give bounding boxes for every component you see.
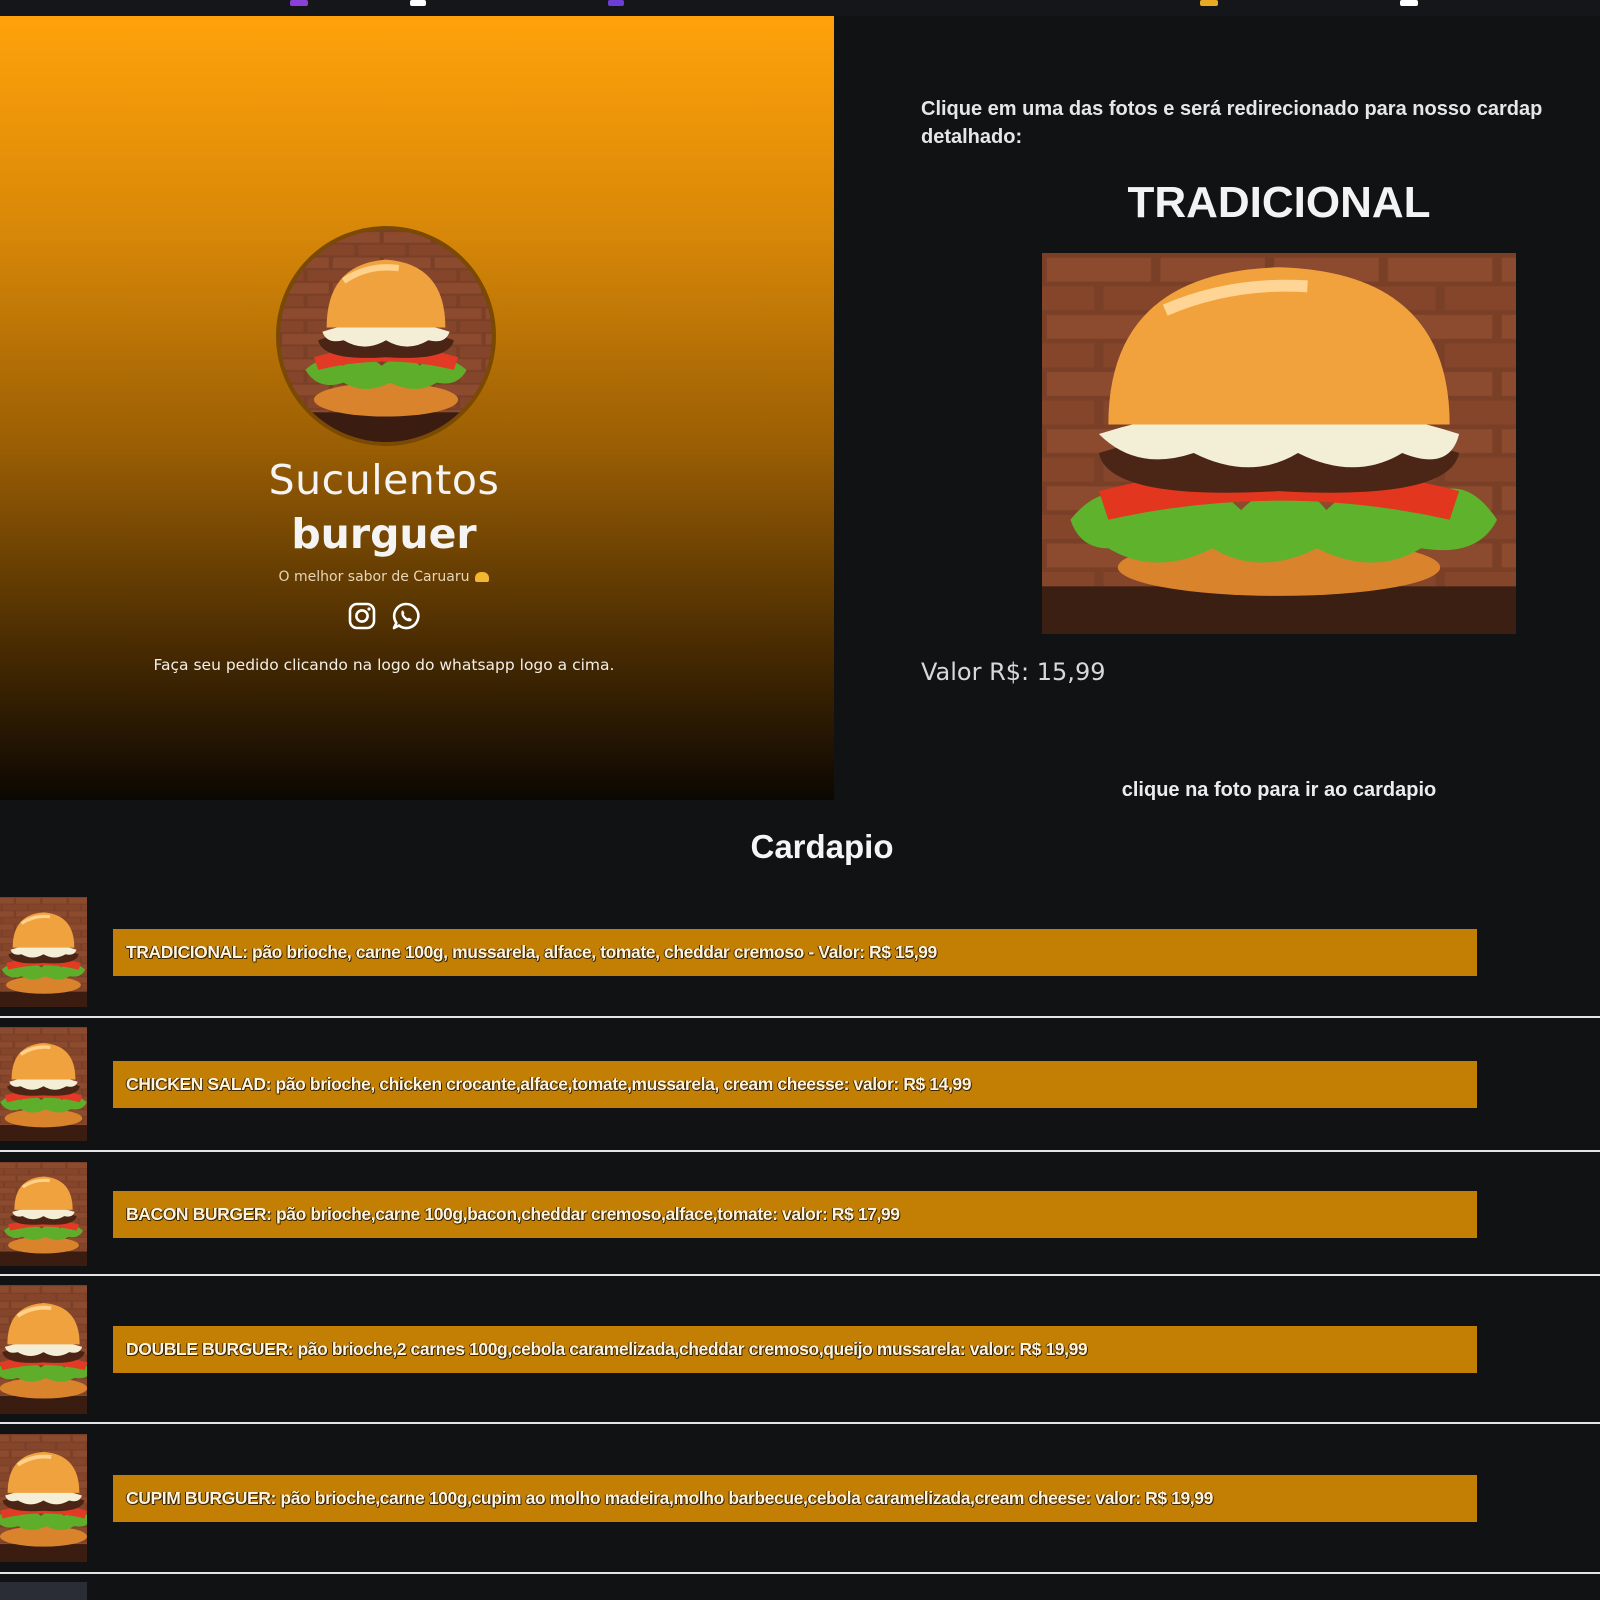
menu-item: DOUBLE BURGUER: pão brioche,2 carnes 100… xyxy=(0,1285,1600,1414)
brand-name-line1: Suculentos xyxy=(268,456,500,504)
bookmark-icon[interactable] xyxy=(410,0,426,6)
featured-burger-photo[interactable] xyxy=(1042,253,1516,634)
menu-divider xyxy=(0,1422,1600,1424)
social-links xyxy=(346,600,422,632)
menu-divider xyxy=(0,1016,1600,1018)
menu-item-bar[interactable]: CHICKEN SALAD: pão brioche, chicken croc… xyxy=(113,1061,1477,1108)
menu-item: TRADICIONAL: pão brioche, carne 100g, mu… xyxy=(0,897,1600,1007)
menu-item-text: CUPIM BURGUER: pão brioche,carne 100g,cu… xyxy=(126,1488,1213,1508)
brand-tagline: O melhor sabor de Caruaru xyxy=(0,569,768,585)
menu-item-bar[interactable]: CUPIM BURGUER: pão brioche,carne 100g,cu… xyxy=(113,1475,1477,1522)
menu-item-bar[interactable]: DOUBLE BURGUER: pão brioche,2 carnes 100… xyxy=(113,1326,1477,1373)
menu-divider xyxy=(0,1150,1600,1152)
menu-item: CHICKEN SALAD: pão brioche, chicken croc… xyxy=(0,1027,1600,1141)
menu-item-photo[interactable] xyxy=(0,1434,87,1562)
bookmark-icon[interactable] xyxy=(1400,0,1418,6)
browser-bookmarks-bar xyxy=(0,0,1600,16)
menu-item-bar[interactable]: TRADICIONAL: pão brioche, carne 100g, mu… xyxy=(113,929,1477,976)
intro-line: detalhado: xyxy=(921,126,1023,148)
menu-item-photo[interactable] xyxy=(0,1285,87,1414)
featured-burger-price: Valor R$: 15,99 xyxy=(921,658,1106,686)
brand-name-line2: burguer xyxy=(291,510,477,558)
menu-item-photo[interactable] xyxy=(0,1582,87,1600)
menu-item-photo[interactable] xyxy=(0,1162,87,1266)
bookmark-icon[interactable] xyxy=(290,0,308,6)
bookmark-icon[interactable] xyxy=(1200,0,1218,6)
bookmark-icon[interactable] xyxy=(608,0,624,6)
menu-item: BACON BURGER: pão brioche,carne 100g,bac… xyxy=(0,1162,1600,1266)
feature-intro-text: Clique em uma das fotos e será redirecio… xyxy=(921,95,1600,151)
menu-item-text: CHICKEN SALAD: pão brioche, chicken croc… xyxy=(126,1074,972,1094)
brand-logo-avatar xyxy=(276,226,496,446)
intro-line: Clique em uma das fotos e será redirecio… xyxy=(921,98,1543,120)
menu-divider xyxy=(0,1572,1600,1574)
featured-burger-title: TRADICIONAL xyxy=(1127,178,1431,227)
hero-panel: Suculentos burguer O melhor sabor de Car… xyxy=(0,16,834,800)
menu-item-text: TRADICIONAL: pão brioche, carne 100g, mu… xyxy=(126,942,937,962)
menu-item-photo[interactable] xyxy=(0,1027,87,1141)
menu-item-text: BACON BURGER: pão brioche,carne 100g,bac… xyxy=(126,1204,900,1224)
menu-item: CUPIM BURGUER: pão brioche,carne 100g,cu… xyxy=(0,1434,1600,1562)
menu-item-photo[interactable] xyxy=(0,897,87,1007)
menu-title: Cardapio xyxy=(750,828,894,865)
photo-link-hint: clique na foto para ir ao cardapio xyxy=(1121,779,1437,800)
order-instructions: Faça seu pedido clicando na logo do what… xyxy=(153,656,615,674)
tagline-text: O melhor sabor de Caruaru xyxy=(278,569,470,585)
menu-item-text: DOUBLE BURGUER: pão brioche,2 carnes 100… xyxy=(126,1339,1088,1359)
menu-item-bar[interactable]: BACON BURGER: pão brioche,carne 100g,bac… xyxy=(113,1191,1477,1238)
instagram-icon[interactable] xyxy=(346,600,378,632)
menu-divider xyxy=(0,1274,1600,1276)
burger-emoji-icon xyxy=(475,572,490,582)
whatsapp-icon[interactable] xyxy=(390,600,422,632)
